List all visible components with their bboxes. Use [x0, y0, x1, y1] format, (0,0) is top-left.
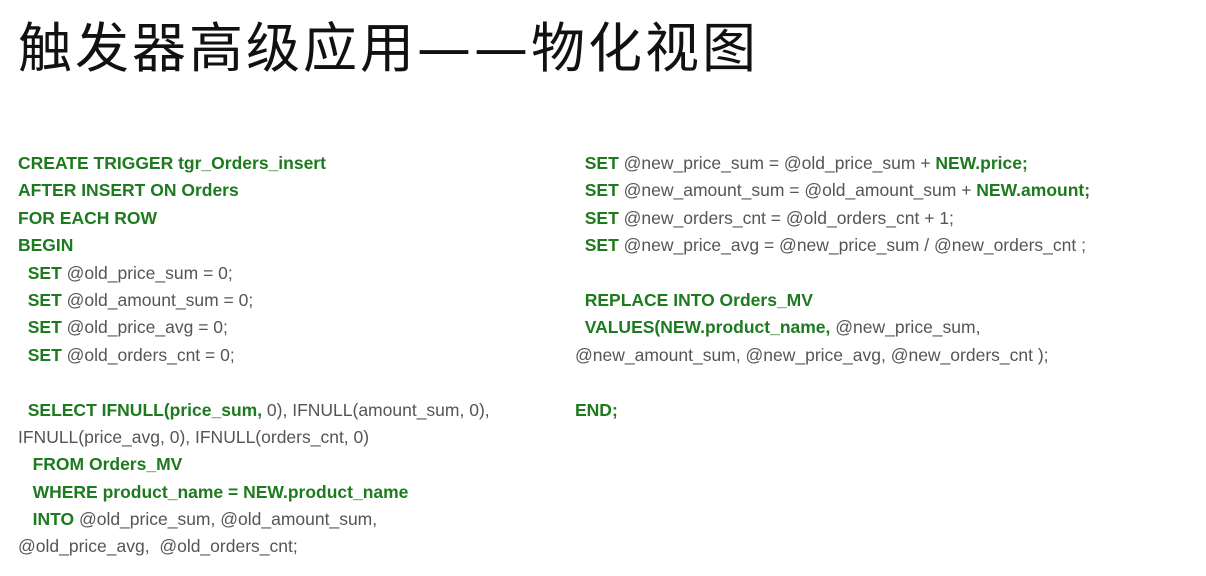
code-keyword: INTO — [18, 509, 75, 530]
code-keyword: SET — [575, 207, 619, 228]
code-text: @new_amount_sum, @new_price_avg, @new_or… — [575, 344, 1049, 365]
code-keyword: CREATE TRIGGER tgr_Orders_insert — [18, 153, 326, 173]
code-text: @new_orders_cnt = @old_orders_cnt + 1; — [618, 207, 954, 228]
code-line: AFTER INSERT ON Orders — [18, 177, 490, 204]
code-text: @old_price_avg, @old_orders_cnt; — [18, 536, 298, 557]
code-line: REPLACE INTO Orders_MV — [575, 287, 1090, 314]
code-keyword: VALUES(NEW.product_name, — [575, 317, 831, 338]
code-keyword: AFTER INSERT ON Orders — [18, 180, 239, 201]
code-keyword: SET — [575, 153, 619, 173]
code-text: @new_price_sum, — [830, 317, 981, 338]
code-text: @new_amount_sum = @old_amount_sum + — [618, 180, 977, 201]
code-line: SET @new_orders_cnt = @old_orders_cnt + … — [575, 205, 1090, 232]
code-line: SET @old_amount_sum = 0; — [18, 287, 490, 314]
code-keyword: BEGIN — [18, 235, 74, 256]
code-line: VALUES(NEW.product_name, @new_price_sum, — [575, 314, 1090, 341]
code-line: IFNULL(price_avg, 0), IFNULL(orders_cnt,… — [18, 424, 490, 451]
code-line: SET @new_price_sum = @old_price_sum + NE… — [575, 150, 1090, 177]
code-line: SELECT IFNULL(price_sum, 0), IFNULL(amou… — [18, 397, 490, 424]
code-keyword: SET — [18, 317, 62, 338]
code-keyword: SET — [18, 262, 62, 283]
code-line: SET @old_orders_cnt = 0; — [18, 342, 490, 369]
code-line: WHERE product_name = NEW.product_name — [18, 479, 490, 506]
code-text: @old_amount_sum = 0; — [61, 289, 254, 310]
code-keyword: SELECT IFNULL(price_sum, — [18, 399, 263, 420]
code-keyword: SET — [18, 289, 62, 310]
code-keyword: FROM Orders_MV — [18, 454, 183, 475]
code-text: @new_price_avg = @new_price_sum / @new_o… — [618, 235, 1086, 256]
code-keyword: REPLACE INTO Orders_MV — [575, 289, 813, 310]
code-keyword: SET — [18, 344, 62, 365]
code-keyword: WHERE product_name = NEW.product_name — [18, 481, 409, 502]
code-keyword: NEW.amount; — [976, 180, 1091, 201]
code-text: @new_price_sum = @old_price_sum + — [618, 153, 936, 173]
code-line: SET @old_price_sum = 0; — [18, 260, 490, 287]
code-line: BEGIN — [18, 232, 490, 259]
code-line: INTO @old_price_sum, @old_amount_sum, — [18, 506, 490, 533]
code-line: @new_amount_sum, @new_price_avg, @new_or… — [575, 342, 1090, 369]
code-line: CREATE TRIGGER tgr_Orders_insert — [18, 150, 490, 177]
code-keyword: SET — [575, 180, 619, 201]
code-text: @old_price_avg = 0; — [61, 317, 228, 338]
code-text: IFNULL(price_avg, 0), IFNULL(orders_cnt,… — [18, 426, 370, 447]
code-block-right: SET @new_price_sum = @old_price_sum + NE… — [575, 150, 1090, 424]
code-keyword: FOR EACH ROW — [18, 207, 158, 228]
code-text: @old_price_sum = 0; — [61, 262, 233, 283]
code-text: @old_price_sum, @old_amount_sum, — [74, 509, 378, 530]
code-line: FROM Orders_MV — [18, 451, 490, 478]
code-line: SET @new_price_avg = @new_price_sum / @n… — [575, 232, 1090, 259]
code-text: @old_orders_cnt = 0; — [61, 344, 235, 365]
code-line: FOR EACH ROW — [18, 205, 490, 232]
code-keyword: NEW.price; — [935, 153, 1028, 173]
code-block-left: CREATE TRIGGER tgr_Orders_insert AFTER IN… — [18, 150, 490, 561]
code-text: 0), IFNULL(amount_sum, 0), — [262, 399, 490, 420]
code-line: @old_price_avg, @old_orders_cnt; — [18, 533, 490, 560]
code-line: END; — [575, 397, 1090, 424]
code-line: SET @new_amount_sum = @old_amount_sum + … — [575, 177, 1090, 204]
code-keyword: SET — [575, 235, 619, 256]
slide-title: 触发器高级应用——物化视图 — [18, 17, 759, 80]
code-keyword: END; — [575, 399, 618, 420]
code-line: SET @old_price_avg = 0; — [18, 314, 490, 341]
